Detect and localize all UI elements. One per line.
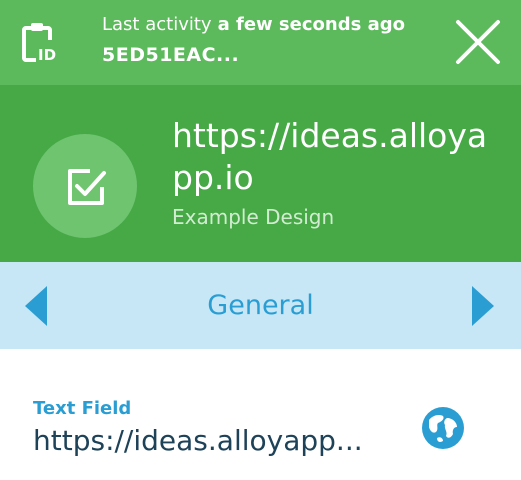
close-icon[interactable] [452,16,504,68]
item-subtitle: Example Design [172,205,335,229]
tab-general[interactable]: General [0,262,521,349]
svg-text:ID: ID [38,46,56,64]
record-id: 5ED51EAC... [102,44,240,66]
caret-right-icon[interactable] [472,286,494,326]
item-header: https://ideas.alloyapp.io Example Design [0,85,521,262]
field-value[interactable]: https://ideas.alloyapp... [33,424,363,457]
id-clipboard-icon: ID [22,23,58,64]
field-label: Text Field [33,398,132,419]
avatar [33,134,137,238]
checkbox-icon [68,169,106,205]
caret-left-icon[interactable] [25,286,47,326]
last-activity-label: Last activity [102,14,212,35]
globe-icon[interactable] [421,406,465,450]
last-activity: Last activity a few seconds ago [102,12,405,38]
tab-switcher: General [0,262,521,349]
top-bar: ID Last activity a few seconds ago 5ED51E… [0,0,521,85]
item-title: https://ideas.alloyapp.io [172,116,488,197]
last-activity-value: a few seconds ago [217,14,405,35]
item-panel: ID Last activity a few seconds ago 5ED51E… [0,0,521,480]
